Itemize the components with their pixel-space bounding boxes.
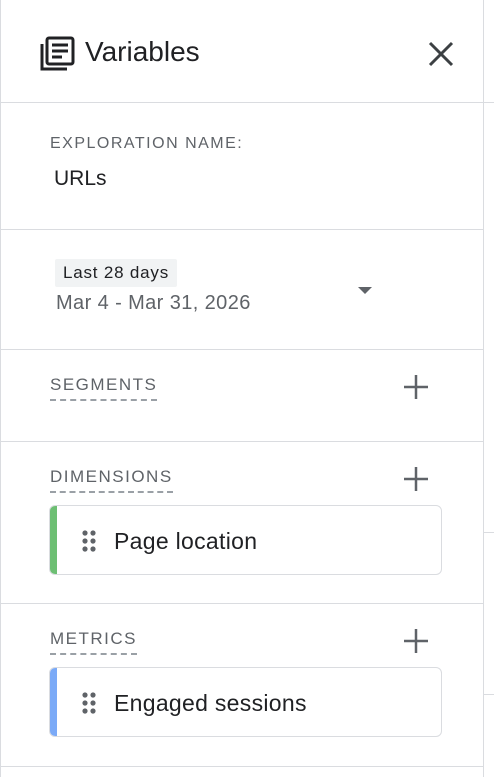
- date-range-text: Mar 4 - Mar 31, 2026: [56, 292, 251, 314]
- segments-section: SEGMENTS: [1, 350, 484, 442]
- add-metric-icon[interactable]: [401, 626, 431, 656]
- exploration-name-value[interactable]: URLs: [54, 167, 107, 191]
- add-segment-icon[interactable]: [401, 372, 431, 402]
- drag-handle-icon[interactable]: [81, 529, 97, 553]
- date-range-selector[interactable]: Last 28 days Mar 4 - Mar 31, 2026: [1, 230, 484, 350]
- date-range-preset: Last 28 days: [55, 259, 177, 287]
- variables-list-icon: [40, 36, 75, 71]
- segments-label: SEGMENTS: [50, 375, 158, 401]
- variables-panel: Variables EXPLORATION NAME: URLs Last 28…: [0, 0, 484, 777]
- caret-down-icon[interactable]: [356, 285, 374, 297]
- adjacent-divider: [484, 694, 494, 695]
- exploration-name-label: EXPLORATION NAME:: [50, 135, 244, 152]
- metrics-section: METRICS Engaged sessions: [1, 604, 484, 767]
- metric-accent-bar: [50, 668, 57, 736]
- panel-title: Variables: [85, 36, 200, 67]
- metric-chip-label: Engaged sessions: [114, 690, 307, 716]
- metric-chip-engaged-sessions[interactable]: Engaged sessions: [49, 667, 442, 737]
- dimension-accent-bar: [50, 506, 57, 574]
- add-dimension-icon[interactable]: [401, 464, 431, 494]
- close-icon[interactable]: [423, 36, 459, 72]
- adjacent-panel-edge: [484, 0, 494, 777]
- panel-header: Variables: [1, 0, 484, 103]
- metrics-label: METRICS: [50, 629, 137, 655]
- dimensions-label: DIMENSIONS: [50, 467, 173, 493]
- adjacent-divider: [484, 102, 494, 103]
- adjacent-divider: [484, 532, 494, 533]
- dimension-chip-page-location[interactable]: Page location: [49, 505, 442, 575]
- exploration-name-section: EXPLORATION NAME: URLs: [1, 103, 484, 230]
- dimension-chip-label: Page location: [114, 528, 258, 554]
- drag-handle-icon[interactable]: [81, 691, 97, 715]
- dimensions-section: DIMENSIONS Page location: [1, 442, 484, 604]
